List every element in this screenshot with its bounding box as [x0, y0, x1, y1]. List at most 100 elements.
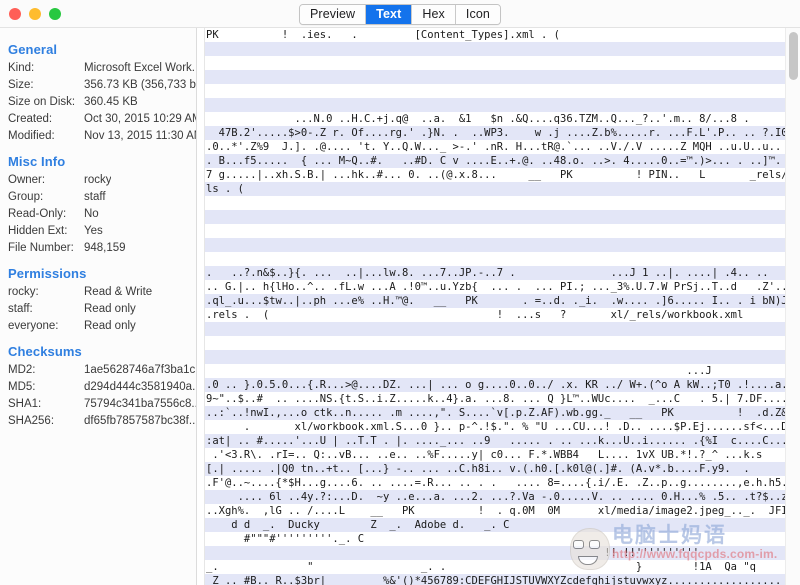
info-row-read-only: Read-Only: No [0, 206, 196, 223]
info-value: df65fb7857587bc38f... [84, 415, 196, 427]
info-value: 356.73 KB (356,733 b... [84, 79, 196, 91]
info-value: d294d444c3581940a... [84, 381, 196, 393]
dump-line: .... 6l ..4y.?:...D. ~y ..e...a. ...2. .… [206, 491, 794, 503]
info-row-group: Group: staff [0, 189, 196, 206]
view-mode-tabs[interactable]: Preview Text Hex Icon [299, 4, 501, 25]
info-label: Size: [8, 79, 34, 91]
info-value: Microsoft Excel Work... [84, 62, 196, 74]
info-row-md2: MD2: 1ae5628746a7f3ba1c... [0, 362, 196, 379]
info-row-perm-staff: staff: Read only [0, 301, 196, 318]
info-value: No [84, 208, 99, 220]
tab-hex[interactable]: Hex [412, 5, 456, 24]
info-row-sha256: SHA256: df65fb7857587bc38f... [0, 413, 196, 430]
window-controls [9, 7, 61, 20]
line-gutter [197, 28, 205, 585]
dump-line [206, 350, 800, 364]
file-info-window: Preview Text Hex Icon General Kind: Micr… [0, 0, 800, 585]
dump-line [206, 196, 800, 210]
info-label: Size on Disk: [8, 96, 76, 108]
dump-line: . B...f5..... { ... M~Q..#. ..#D. C v ..… [206, 155, 782, 167]
close-window-button[interactable] [9, 7, 21, 20]
text-preview-pane[interactable]: PK ! .ies. . [Content_Types].xml . ( ...… [197, 28, 800, 585]
info-row-size-on-disk: Size on Disk: 360.45 KB [0, 94, 196, 111]
dump-line [206, 70, 800, 84]
dump-line: .. G.|.. h{lHo..^.. .fL.w ...A .!0™..u.Y… [206, 281, 800, 293]
dump-line: :at| .. #.....'...U | ..T.T . |. ...._..… [206, 435, 800, 447]
info-row-hidden-ext: Hidden Ext: Yes [0, 223, 196, 240]
dump-line: #"""#'''''''''._. C [206, 533, 365, 545]
dump-line: .0..*'.Z%9 J.]. .@.... 't. Y..Q.W..._ >-… [206, 141, 782, 153]
dump-line: ls . ( [206, 183, 244, 195]
dump-line: .ql_.u...$tw..|..ph ...e% ..H.™@. __ PK … [206, 295, 800, 307]
dump-line [206, 224, 800, 238]
section-title-permissions: Permissions [8, 266, 87, 281]
dump-line: .F'@..~....{*$H...g....6. .. ....=.R... … [206, 477, 794, 489]
info-value: 360.45 KB [84, 96, 138, 108]
dump-line: ...J [206, 365, 712, 377]
info-label: staff: [8, 303, 33, 315]
info-value: rocky [84, 174, 112, 186]
info-value: Nov 13, 2015 11:30 AM [84, 130, 196, 142]
info-row-owner: Owner: rocky [0, 172, 196, 189]
dump-line [206, 84, 800, 98]
section-title-checksums: Checksums [8, 344, 82, 359]
maximize-window-button[interactable] [49, 7, 61, 20]
info-row-kind: Kind: Microsoft Excel Work... [0, 60, 196, 77]
info-label: Created: [8, 113, 53, 125]
dump-line: 47B.2'.....$>0-.Z r. Of....rg.' .}N. . .… [206, 127, 800, 139]
tab-preview[interactable]: Preview [300, 5, 367, 24]
info-row-modified: Modified: Nov 13, 2015 11:30 AM [0, 128, 196, 145]
section-title-misc-info: Misc Info [8, 154, 66, 169]
dump-line: .'<3.R\. .rI=.. Q:..vB... ..e.. ..%F....… [206, 449, 763, 461]
info-value: Yes [84, 225, 103, 237]
info-label: rocky: [8, 286, 39, 298]
info-label: File Number: [8, 242, 74, 254]
dump-line: Z_.. #B.. R..$3br| %&'()*456789:CDEFGHIJ… [206, 575, 782, 585]
dump-line [206, 322, 800, 336]
info-label: Owner: [8, 174, 46, 186]
vertical-scrollbar[interactable] [785, 28, 800, 585]
dump-line: ...N.0 ..H.C.+j.q@ ..a. &1 $n .&Q....q36… [206, 113, 750, 125]
info-label: Read-Only: [8, 208, 67, 220]
file-text-dump[interactable]: PK ! .ies. . [Content_Types].xml . ( ...… [206, 28, 800, 585]
tab-text[interactable]: Text [366, 5, 413, 24]
info-label: MD5: [8, 381, 36, 393]
info-value: Read & Write [84, 286, 153, 298]
dump-line: [.| ..... .|Q0 tn..+t.. [...} -.. ... ..… [206, 463, 750, 475]
info-value: Read only [84, 320, 136, 332]
dump-line [206, 252, 800, 266]
info-row-created: Created: Oct 30, 2015 10:29 AM [0, 111, 196, 128]
dump-line [206, 98, 800, 112]
scrollbar-thumb[interactable] [789, 32, 798, 80]
dump-line: 7 g.....|..xh.S.B.| ...hk..#... 0. ..(@.… [206, 169, 800, 181]
dump-line: d d _. Ducky Z _. Adobe d. _. C [206, 519, 510, 531]
info-label: Hidden Ext: [8, 225, 68, 237]
dump-line [206, 56, 800, 70]
info-label: Kind: [8, 62, 35, 74]
minimize-window-button[interactable] [29, 7, 41, 20]
info-value: Read only [84, 303, 136, 315]
info-label: Modified: [8, 130, 55, 142]
info-row-md5: MD5: d294d444c3581940a... [0, 379, 196, 396]
info-row-perm-everyone: everyone: Read only [0, 318, 196, 335]
info-label: Group: [8, 191, 44, 203]
dump-line: . xl/workbook.xml.S...0 }.. p-^.!$.". % … [206, 421, 800, 433]
dump-line: PK ! .ies. . [Content_Types].xml . ( [206, 29, 561, 41]
dump-line: 9~"..$..# .. ....NS.{t.S..i.Z.....k..4}.… [206, 393, 794, 405]
tab-icon[interactable]: Icon [455, 5, 500, 24]
info-label: SHA256: [8, 415, 55, 427]
info-value: staff [84, 191, 106, 203]
info-value: 1ae5628746a7f3ba1c... [84, 364, 196, 376]
info-row-perm-rocky: rocky: Read & Write [0, 284, 196, 301]
info-row-sha1: SHA1: 75794c341ba7556c8... [0, 396, 196, 413]
dump-line [206, 336, 800, 350]
dump-line [206, 42, 800, 56]
info-row-size: Size: 356.73 KB (356,733 b... [0, 77, 196, 94]
info-value: 75794c341ba7556c8... [84, 398, 196, 410]
dump-line [206, 210, 800, 224]
dump-line: .rels . ( ! ...s ? xl/_rels/workbook.xml [206, 309, 744, 321]
dump-line: ..Xgh%. ,lG .. /....L __ PK ! . q.0M 0M … [206, 505, 794, 517]
info-value: 948,159 [84, 242, 126, 254]
dump-line: .0 .. }.0.5.0...{.R...>@....DZ. ...| ...… [206, 379, 788, 391]
dump-line: !! !!'''''''''' [206, 547, 700, 559]
